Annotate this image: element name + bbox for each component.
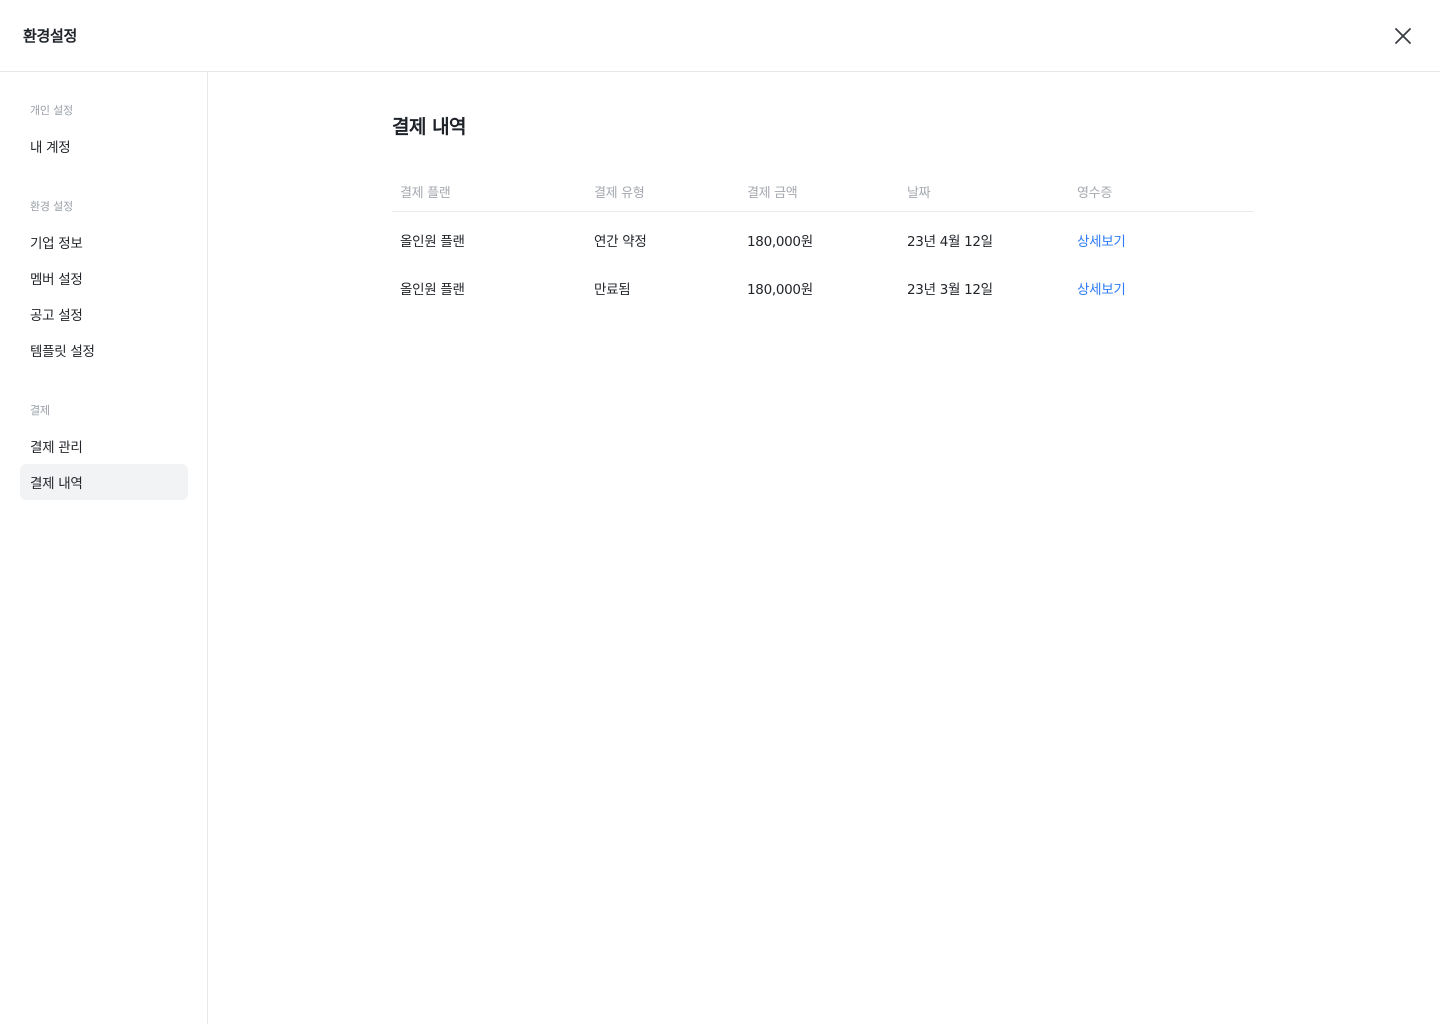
sidebar-item-template-settings[interactable]: 템플릿 설정 [20,332,188,368]
table-row: 올인원 플랜 연간 약정 180,000원 23년 4월 12일 상세보기 [392,212,1254,260]
column-header-receipt: 영수증 [1077,186,1112,201]
cell-plan: 올인원 플랜 [400,234,465,250]
sidebar-item-billing-management[interactable]: 결제 관리 [20,428,188,464]
page-title: 결제 내역 [392,116,467,138]
close-button[interactable] [1390,23,1416,49]
close-icon [1395,28,1411,44]
cell-date: 23년 4월 12일 [907,234,993,250]
sidebar-section-personal: 개인 설정 [30,104,73,117]
sidebar: 개인 설정 내 계정 환경 설정 기업 정보 멤버 설정 공고 설정 템플릿 설… [0,72,208,1024]
column-header-date: 날짜 [907,186,931,201]
billing-history-table: 결제 플랜 결제 유형 결제 금액 날짜 영수증 올인원 플랜 연간 약정 18… [392,172,1254,308]
sidebar-item-member-settings[interactable]: 멤버 설정 [20,260,188,296]
sidebar-item-job-post-settings[interactable]: 공고 설정 [20,296,188,332]
header: 환경설정 [0,0,1440,72]
receipt-detail-link[interactable]: 상세보기 [1077,230,1126,250]
receipt-detail-link[interactable]: 상세보기 [1077,278,1126,298]
table-row: 올인원 플랜 만료됨 180,000원 23년 3월 12일 상세보기 [392,260,1254,308]
table-header: 결제 플랜 결제 유형 결제 금액 날짜 영수증 [392,172,1254,212]
sidebar-item-my-account[interactable]: 내 계정 [20,128,188,164]
sidebar-section-preferences: 환경 설정 [30,200,73,213]
cell-amount: 180,000원 [747,234,813,250]
cell-type: 연간 약정 [594,234,647,250]
column-header-amount: 결제 금액 [747,186,798,201]
header-title: 환경설정 [23,27,78,45]
cell-type: 만료됨 [594,282,631,298]
cell-date: 23년 3월 12일 [907,282,993,298]
column-header-type: 결제 유형 [594,186,645,201]
sidebar-item-company-info[interactable]: 기업 정보 [20,224,188,260]
main-content: 결제 내역 결제 플랜 결제 유형 결제 금액 날짜 영수증 올인원 플랜 연간… [209,72,1440,1024]
cell-plan: 올인원 플랜 [400,282,465,298]
column-header-plan: 결제 플랜 [400,186,451,201]
sidebar-item-billing-history[interactable]: 결제 내역 [20,464,188,500]
cell-amount: 180,000원 [747,282,813,298]
sidebar-section-billing: 결제 [30,404,50,417]
